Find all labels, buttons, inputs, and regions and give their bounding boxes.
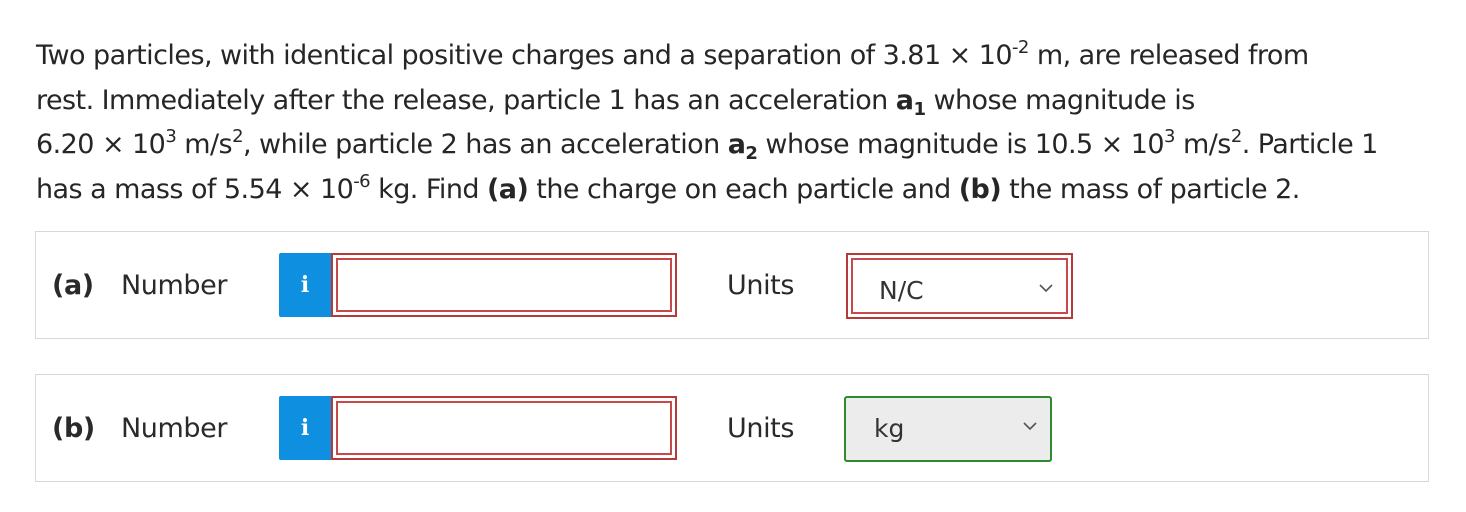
answer-row-a: (a) Number i Units N/C (35, 231, 1429, 339)
info-button[interactable]: i (279, 396, 331, 460)
problem-text: whose magnitude is 10.5 × 10 (757, 129, 1165, 160)
exponent: 3 (165, 126, 177, 147)
problem-text: m/s (1174, 129, 1231, 160)
number-input[interactable] (331, 253, 677, 317)
units-select[interactable]: kg (844, 396, 1052, 462)
number-input[interactable] (331, 396, 677, 460)
number-label: Number (121, 270, 228, 301)
problem-text: the charge on each particle and (528, 173, 959, 205)
units-selected-value: N/C (879, 276, 924, 305)
acceleration-symbol: a (727, 129, 746, 160)
problem-text: , while particle 2 has an acceleration (242, 129, 728, 160)
exponent: -2 (1011, 37, 1029, 58)
exponent: -6 (353, 170, 371, 192)
exponent: 2 (232, 126, 243, 147)
exponent: 2 (1230, 126, 1242, 147)
part-b-marker: (b) (958, 173, 1002, 205)
units-selected-value: kg (874, 414, 905, 443)
problem-line-4: has a mass of 5.54 × 10-6 kg. Find (a) t… (36, 168, 1446, 213)
units-label: Units (727, 270, 795, 301)
problem-text: 6.20 × 10 (36, 129, 166, 160)
units-select-box[interactable]: N/C (851, 258, 1068, 314)
problem-text: Two particles, with identical positive c… (36, 40, 1013, 71)
problem-text: the mass of particle 2. (1001, 173, 1300, 205)
subscript: 1 (913, 98, 926, 120)
chevron-down-icon (1023, 422, 1037, 431)
number-input-field[interactable] (336, 401, 672, 455)
problem-text: m/s (176, 129, 233, 160)
problem-line-3: 6.20 × 103 m/s2, while particle 2 has an… (36, 123, 1446, 168)
subscript: 2 (745, 143, 758, 164)
problem-text: whose magnitude is (925, 84, 1195, 116)
problem-text: . Particle 1 (1241, 129, 1379, 160)
units-select[interactable]: N/C (846, 253, 1073, 319)
problem-line-2: rest. Immediately after the release, par… (36, 79, 1446, 124)
exponent: 3 (1164, 126, 1175, 147)
number-input-field[interactable] (336, 258, 672, 312)
chevron-down-icon (1039, 284, 1053, 293)
problem-statement: Two particles, with identical positive c… (36, 34, 1446, 212)
info-button[interactable]: i (279, 253, 331, 317)
problem-text: rest. Immediately after the release, par… (36, 84, 896, 116)
part-a-marker: (a) (487, 173, 529, 205)
part-label: (b) (52, 413, 95, 444)
units-label: Units (727, 413, 795, 444)
info-icon: i (300, 415, 310, 441)
problem-text: has a mass of 5.54 × 10 (36, 173, 354, 205)
problem-text: kg. Find (370, 173, 488, 205)
problem-text: m, are released from (1028, 40, 1309, 71)
number-label: Number (121, 413, 228, 444)
answer-row-b: (b) Number i Units kg (35, 374, 1429, 482)
part-label: (a) (52, 270, 94, 301)
info-icon: i (300, 272, 310, 298)
problem-line-1: Two particles, with identical positive c… (36, 34, 1446, 79)
acceleration-symbol: a (895, 84, 914, 116)
